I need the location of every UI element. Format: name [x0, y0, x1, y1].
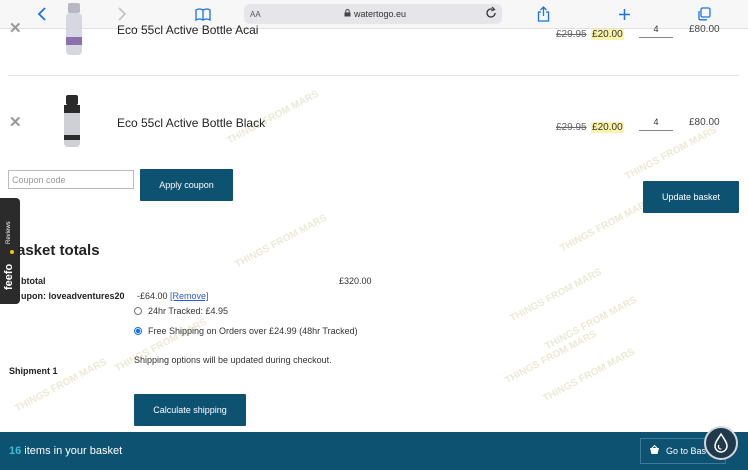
basket-items-label: items in your basket	[21, 445, 123, 457]
row-divider	[8, 75, 739, 76]
feefo-dot-icon	[10, 250, 14, 254]
radio-24hr-tracked[interactable]	[134, 307, 142, 315]
watermark-text: THINGS FROM MARS	[233, 212, 329, 271]
price-old: £29.95	[556, 29, 587, 40]
text-size-button[interactable]: AA	[250, 10, 261, 19]
product-name-acai[interactable]: Eco 55cl Active Bottle Acai	[117, 23, 258, 37]
address-bar[interactable]: AA watertogo.eu	[244, 4, 502, 24]
radio-free-shipping[interactable]	[134, 327, 142, 335]
watermark-text: THINGS FROM MARS	[558, 196, 654, 255]
shipping-option-label: 24hr Tracked: £4.95	[148, 306, 229, 316]
bookmarks-icon[interactable]	[193, 4, 213, 24]
share-icon[interactable]	[535, 4, 551, 24]
watermark-text: THINGS FROM MARS	[623, 124, 719, 183]
price-acai: £29.95 £20.00	[556, 24, 624, 42]
url-text: watertogo.eu	[354, 9, 407, 19]
feefo-reviews-label: Reviews	[6, 221, 12, 244]
coupon-value: -£64.00	[137, 291, 168, 301]
watermark-text: THINGS FROM MARS	[543, 294, 639, 353]
product-name-black[interactable]: Eco 55cl Active Bottle Black	[117, 116, 265, 130]
coupon-code-input[interactable]: Coupon code	[8, 170, 134, 189]
remove-coupon-link[interactable]: [Remove]	[170, 291, 209, 301]
subtotal-value: £320.00	[339, 276, 372, 286]
forward-icon[interactable]	[114, 4, 130, 24]
quantity-input-black[interactable]: 4	[639, 117, 673, 131]
go-to-basket-label: Go to Bas	[666, 446, 707, 456]
remove-item-2-button[interactable]: ✕	[9, 113, 22, 131]
remove-item-1-button[interactable]: ✕	[9, 19, 22, 37]
tabs-icon[interactable]	[696, 4, 712, 24]
basket-count-text: 16 items in your basket	[9, 445, 122, 457]
calculate-shipping-button[interactable]: Calculate shipping	[134, 394, 246, 426]
shipment-label: Shipment 1	[9, 366, 58, 376]
reload-icon[interactable]	[484, 6, 498, 22]
apply-coupon-button[interactable]: Apply coupon	[140, 169, 233, 201]
lock-icon	[344, 9, 351, 19]
line-total-black: £80.00	[689, 117, 720, 128]
basket-icon	[649, 444, 660, 457]
subtotal-label: btotal	[21, 276, 46, 286]
price-black: £29.95 £20.00	[556, 117, 624, 135]
price-sale: £20.00	[591, 29, 624, 40]
shipping-option-tracked[interactable]: 24hr Tracked: £4.95	[134, 306, 228, 316]
watermark-text: THINGS FROM MARS	[508, 266, 604, 325]
browser-toolbar: AA watertogo.eu	[0, 0, 748, 29]
basket-item-count: 16	[9, 445, 22, 457]
water-drop-icon[interactable]	[704, 426, 738, 460]
shipping-option-label: Free Shipping on Orders over £24.99 (48h…	[148, 326, 358, 336]
coupon-label: upon: loveadventures20	[21, 291, 125, 301]
product-image-acai[interactable]	[63, 3, 85, 57]
back-icon[interactable]	[34, 4, 50, 24]
basket-totals-heading: asket totals	[17, 242, 100, 259]
update-basket-button[interactable]: Update basket	[643, 181, 739, 213]
line-total-acai: £80.00	[689, 24, 720, 35]
coupon-discount: -£64.00 [Remove]	[137, 291, 209, 301]
product-image-black[interactable]	[61, 95, 83, 149]
quantity-input-acai[interactable]: 4	[639, 24, 673, 38]
price-sale: £20.00	[591, 122, 624, 133]
new-tab-icon[interactable]	[616, 4, 632, 24]
shipping-note: Shipping options will be updated during …	[134, 355, 332, 365]
basket-footer-bar: 16 items in your basket Go to Bas	[0, 432, 748, 470]
shipping-option-free[interactable]: Free Shipping on Orders over £24.99 (48h…	[134, 326, 358, 336]
feefo-logo: feefo	[3, 263, 15, 290]
price-old: £29.95	[556, 122, 587, 133]
